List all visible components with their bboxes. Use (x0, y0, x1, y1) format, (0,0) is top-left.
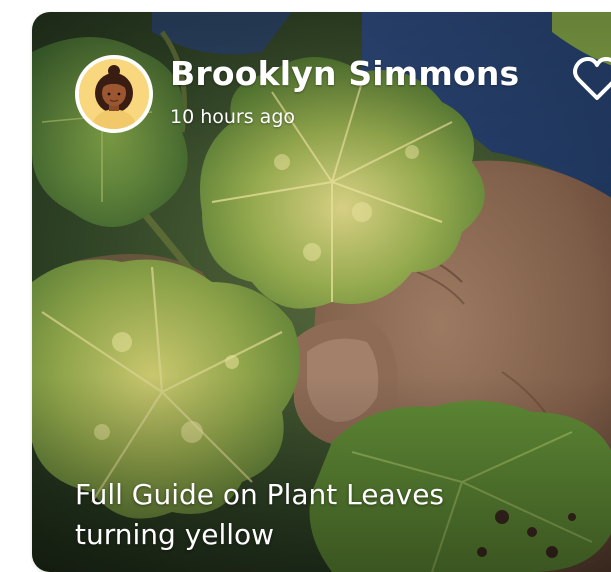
post-timestamp: 10 hours ago (170, 106, 296, 128)
post-card[interactable]: Brooklyn Simmons 10 hours ago Full Guide… (32, 12, 611, 572)
author-avatar[interactable] (75, 55, 153, 133)
avatar-illustration (79, 59, 149, 129)
post-author: Brooklyn Simmons 10 hours ago (75, 54, 519, 133)
author-meta: Brooklyn Simmons 10 hours ago (170, 54, 519, 130)
heart-icon (573, 57, 611, 100)
author-name[interactable]: Brooklyn Simmons (170, 54, 519, 94)
like-button[interactable] (572, 56, 611, 102)
post-title[interactable]: Full Guide on Plant Leaves turning yello… (75, 475, 545, 555)
